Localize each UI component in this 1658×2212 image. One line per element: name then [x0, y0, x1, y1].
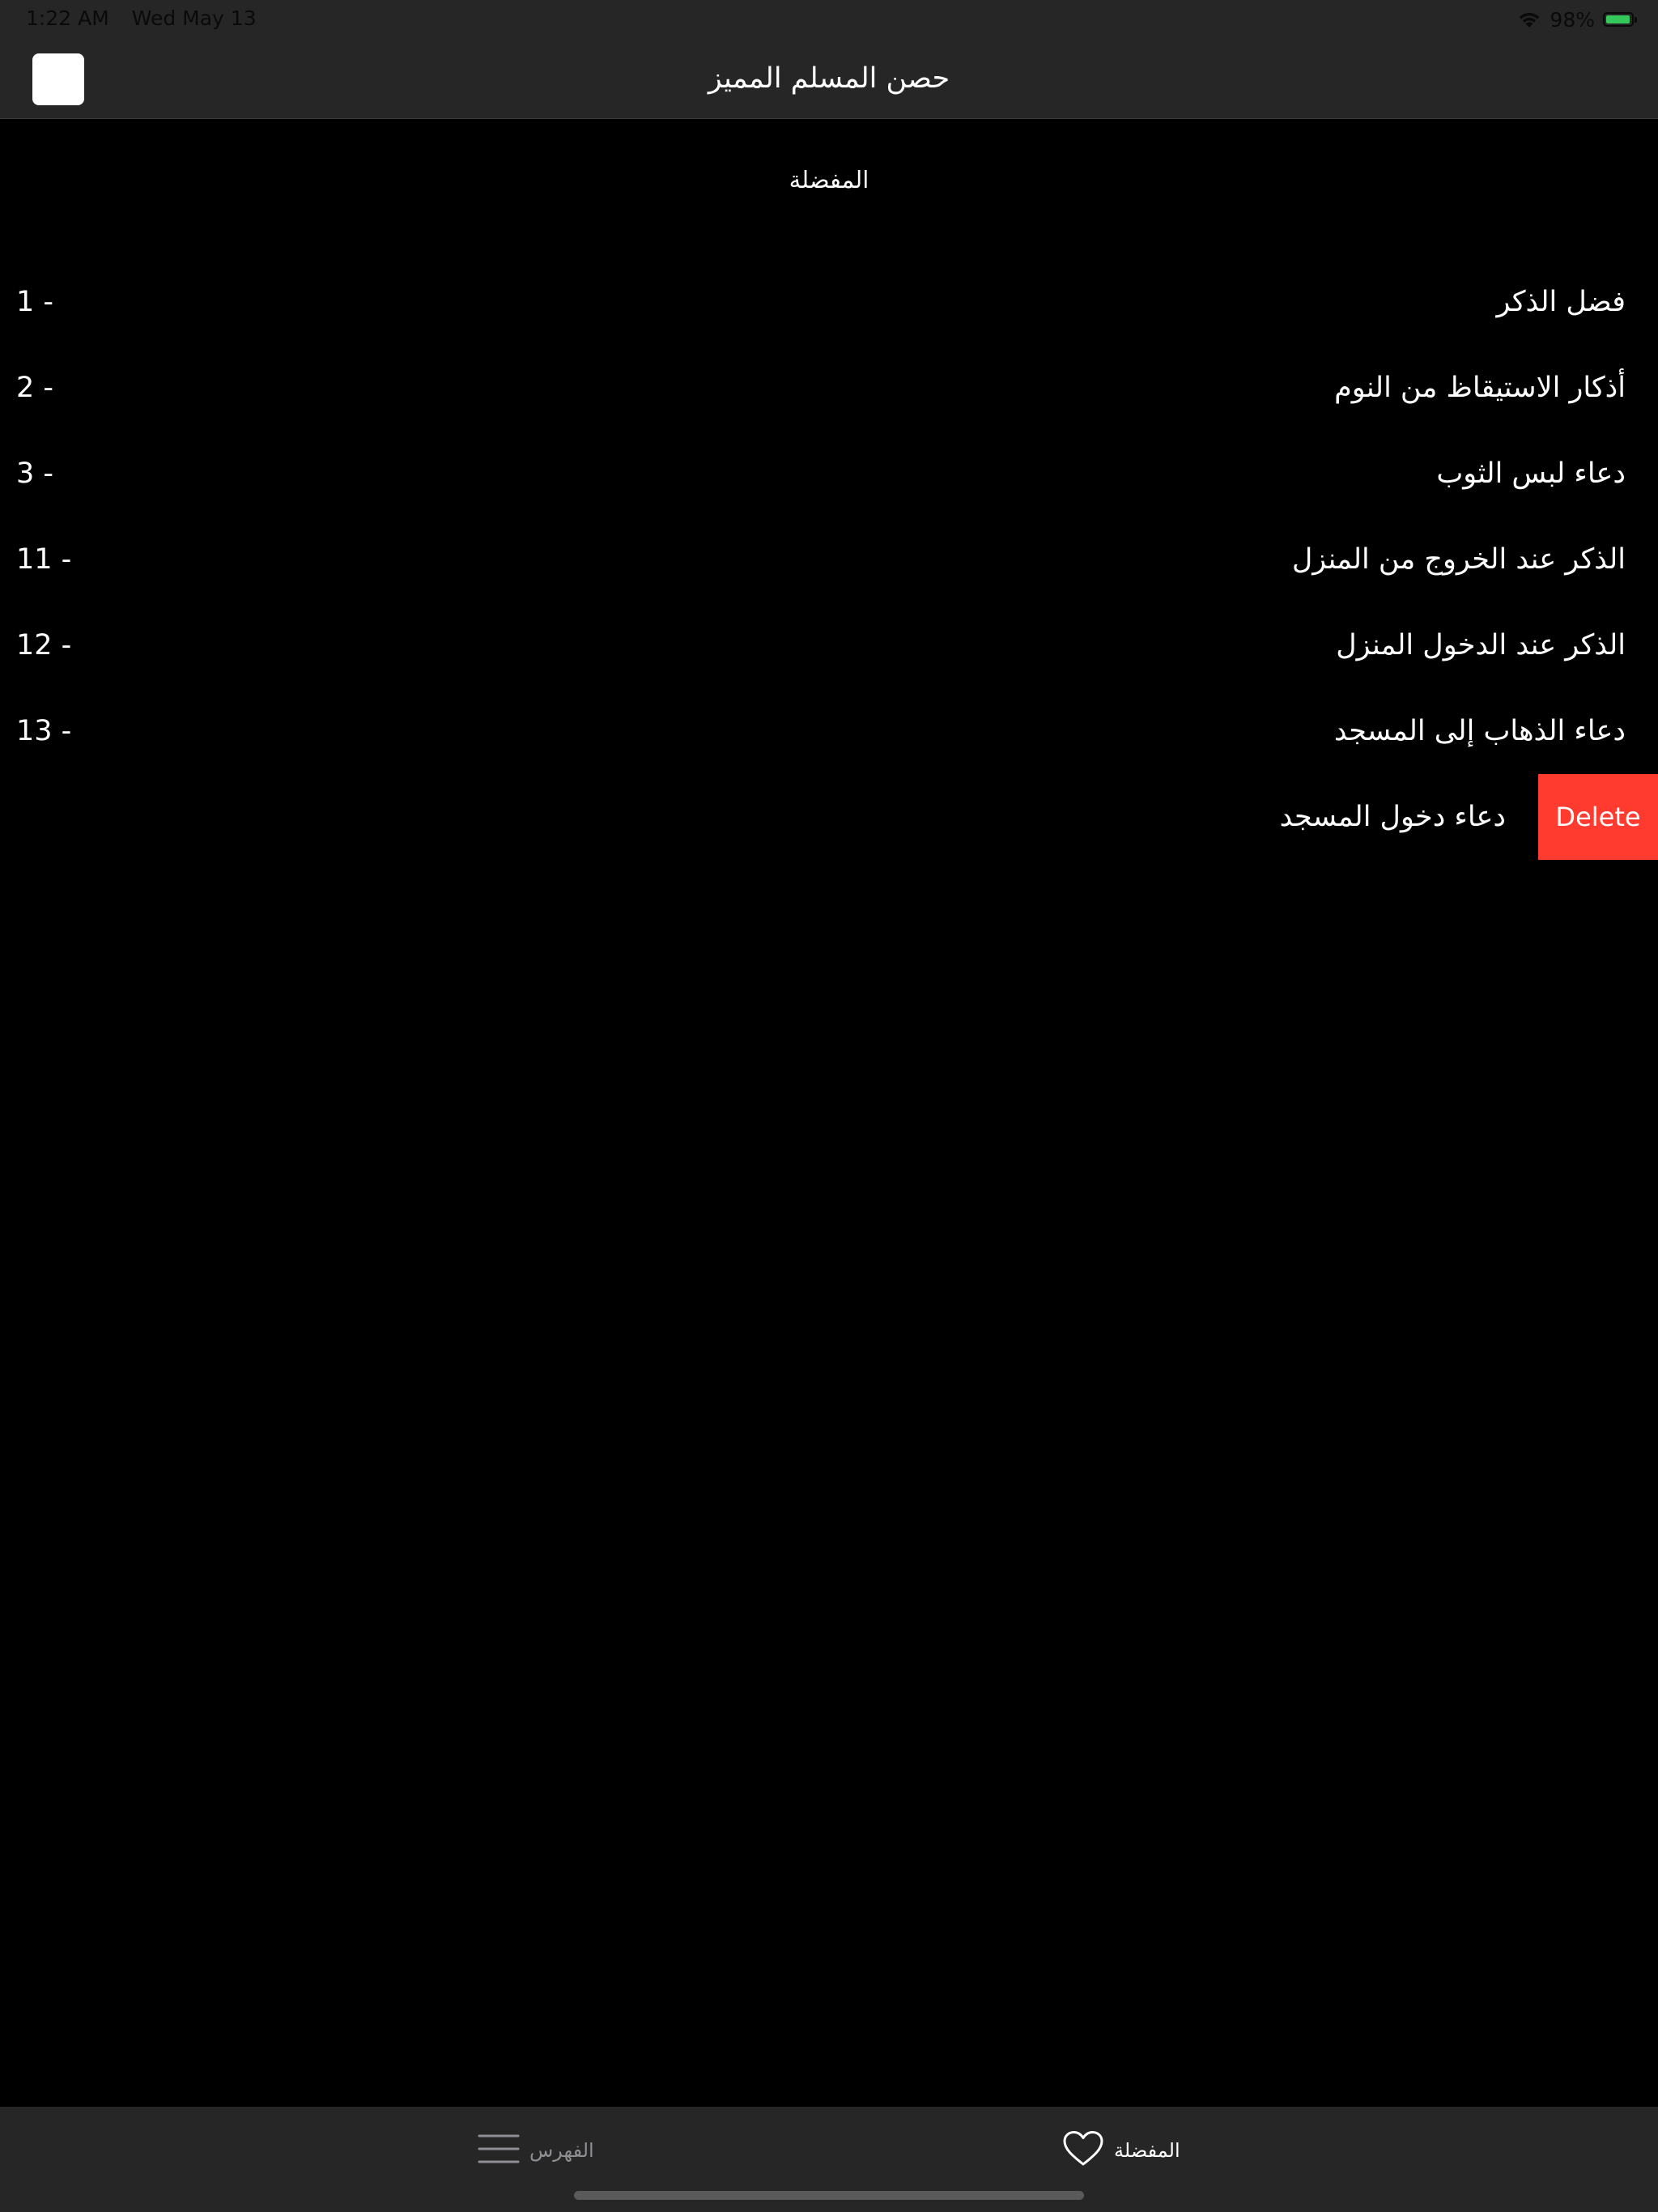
tab-favorites[interactable]: المفضلة: [1062, 2128, 1180, 2173]
heart-icon: [1062, 2130, 1104, 2171]
battery-percent: 98%: [1550, 7, 1595, 32]
section-header: المفضلة: [789, 166, 869, 194]
navigation-bar: حصن المسلم المميز: [0, 39, 1658, 119]
status-date: Wed May 13: [131, 6, 257, 30]
battery-icon: [1603, 12, 1637, 27]
battery-fill: [1606, 15, 1630, 23]
item-number: 13 -: [16, 715, 72, 747]
tab-index-label: الفهرس: [529, 2139, 594, 2162]
list-item[interactable]: 2 - أذكار الاستيقاظ من النوم: [0, 345, 1658, 431]
item-title: أذكار الاستيقاظ من النوم: [1334, 372, 1626, 404]
favorites-list: 1 - فضل الذكر 2 - أذكار الاستيقاظ من الن…: [0, 259, 1658, 860]
status-time-date: 1:22 AM Wed May 13: [26, 6, 257, 30]
list-item[interactable]: 11 - الذكر عند الخروج من المنزل: [0, 517, 1658, 602]
home-indicator: [574, 2191, 1084, 2200]
tab-favorites-label: المفضلة: [1114, 2139, 1180, 2162]
delete-button[interactable]: Delete: [1538, 774, 1658, 860]
list-item[interactable]: 1 - فضل الذكر: [0, 259, 1658, 345]
list-item[interactable]: 12 - الذكر عند الدخول المنزل: [0, 602, 1658, 688]
item-number: 12 -: [16, 629, 72, 661]
screen: 1:22 AM Wed May 13 98% حصن المسلم المميز…: [0, 0, 1658, 2212]
list-icon: [478, 2133, 520, 2168]
item-number: 3 -: [16, 457, 54, 490]
status-bar: 1:22 AM Wed May 13 98%: [0, 0, 1658, 39]
item-title: الذكر عند الدخول المنزل: [1336, 629, 1626, 661]
list-item[interactable]: 3 - دعاء لبس الثوب: [0, 431, 1658, 517]
item-title: دعاء الذهاب إلى المسجد: [1333, 715, 1626, 747]
status-time: 1:22 AM: [26, 6, 109, 30]
list-item-swiped[interactable]: دعاء دخول المسجد Delete: [0, 774, 1658, 860]
wifi-icon: [1517, 11, 1541, 28]
tab-index[interactable]: الفهرس: [478, 2128, 594, 2173]
item-title: دعاء لبس الثوب: [1436, 457, 1626, 490]
item-number: 11 -: [16, 543, 72, 576]
list-item[interactable]: 13 - دعاء الذهاب إلى المسجد: [0, 688, 1658, 774]
item-number: 2 -: [16, 372, 54, 404]
page-title: حصن المسلم المميز: [708, 62, 950, 95]
item-title: دعاء دخول المسجد: [1279, 801, 1506, 833]
item-title: الذكر عند الخروج من المنزل: [1291, 543, 1626, 576]
status-indicators: 98%: [1517, 6, 1637, 32]
item-number: 1 -: [16, 286, 54, 318]
item-title: فضل الذكر: [1496, 286, 1626, 318]
